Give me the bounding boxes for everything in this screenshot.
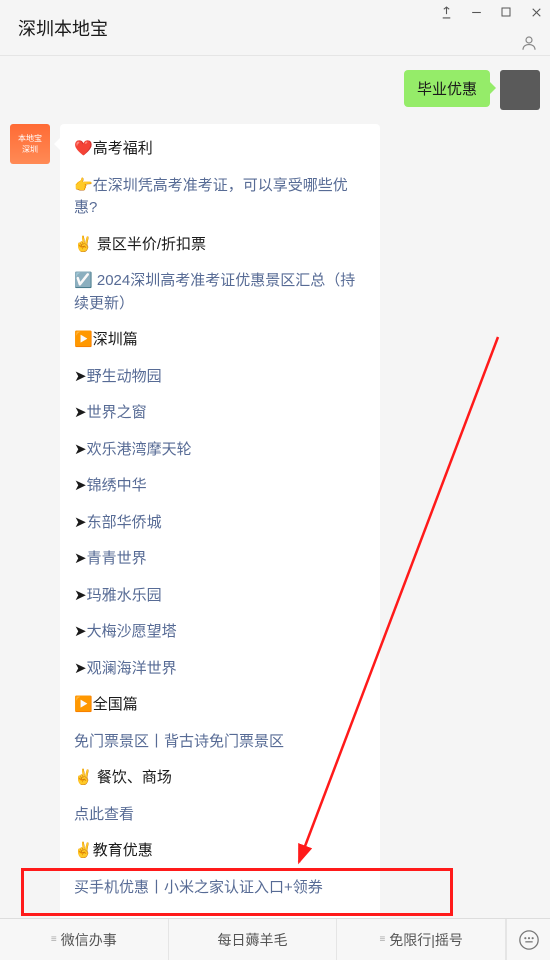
row-icon: ➤ [74,514,87,531]
row-text: 玛雅水乐园 [87,587,162,604]
row-icon: ✌️ [74,236,93,253]
chat-area: 毕业优惠 本地宝深圳 ❤️高考福利 👉在深圳凭高考准考证，可以享受哪些优惠? ✌️ … [0,56,550,918]
row-text: 景区半价/折扣票 [93,236,206,253]
row-text: 大梅沙愿望塔 [87,623,177,640]
article-row[interactable]: ➤大梅沙愿望塔 [74,621,366,644]
row-icon: ➤ [74,477,87,494]
tab-label: 免限行|摇号 [389,930,463,950]
row-text: 野生动物园 [87,368,162,385]
row-text: 餐饮、商场 [93,769,172,786]
row-text: 全国篇 [93,696,138,713]
minimize-icon[interactable] [468,4,484,20]
pin-icon[interactable] [438,4,454,20]
row-text: 世界之窗 [87,404,147,421]
row-icon: ▶️ [74,696,93,713]
outgoing-message: 毕业优惠 [10,70,540,110]
sender-avatar[interactable]: 本地宝深圳 [10,124,50,164]
article-row[interactable]: 点此查看 [74,804,366,827]
window-title: 深圳本地宝 [18,15,108,41]
maximize-icon[interactable] [498,4,514,20]
row-text: 教育优惠 [93,842,153,859]
article-row[interactable]: 免门票景区丨背古诗免门票景区 [74,731,366,754]
row-text: 2024深圳高考准考证优惠景区汇总（持续更新） [74,272,355,312]
outgoing-bubble[interactable]: 毕业优惠 [404,70,490,107]
menu-icon: ≡ [51,934,57,945]
titlebar: 深圳本地宝 [0,0,550,56]
row-icon: ❤️ [74,140,93,157]
row-text: 点此查看 [74,806,134,823]
row-icon: ➤ [74,368,87,385]
tab-daily-deals[interactable]: 每日薅羊毛 [169,919,338,960]
article-row[interactable]: ➤青青世界 [74,548,366,571]
row-icon: ➤ [74,660,87,677]
bottom-menu: ≡ 微信办事 每日薅羊毛 ≡ 免限行|摇号 [0,918,550,960]
row-icon: ☑️ [74,272,93,289]
tab-label: 每日薅羊毛 [218,930,288,950]
article-row[interactable]: ➤世界之窗 [74,402,366,425]
row-icon: ➤ [74,587,87,604]
incoming-message: 本地宝深圳 ❤️高考福利 👉在深圳凭高考准考证，可以享受哪些优惠? ✌️ 景区半价/… [10,124,540,918]
article-row[interactable]: ☑️ 2024深圳高考准考证优惠景区汇总（持续更新） [74,270,366,315]
article-row: ✌️ 餐饮、商场 [74,767,366,790]
avatar[interactable] [500,70,540,110]
article-row: ▶️深圳篇 [74,329,366,352]
article-row[interactable]: ➤锦绣中华 [74,475,366,498]
article-card[interactable]: ❤️高考福利 👉在深圳凭高考准考证，可以享受哪些优惠? ✌️ 景区半价/折扣票 ☑️ … [60,124,380,918]
article-row[interactable]: ➤欢乐港湾摩天轮 [74,439,366,462]
row-icon: ➤ [74,404,87,421]
article-row: ❤️高考福利 [74,138,366,161]
row-icon: ✌️ [74,769,93,786]
row-text: 观澜海洋世界 [87,660,177,677]
article-row[interactable]: 买手机优惠丨小米之家认证入口+领券 [74,877,366,900]
row-icon: ➤ [74,441,87,458]
article-row[interactable]: ➤玛雅水乐园 [74,585,366,608]
row-text: 青青世界 [87,550,147,567]
row-text: 东部华侨城 [87,514,162,531]
article-row[interactable]: ➤野生动物园 [74,366,366,389]
row-text: 锦绣中华 [87,477,147,494]
row-icon: ➤ [74,550,87,567]
row-text: 在深圳凭高考准考证，可以享受哪些优惠? [74,177,348,217]
user-icon[interactable] [520,34,538,57]
tab-traffic[interactable]: ≡ 免限行|摇号 [337,919,506,960]
close-icon[interactable] [528,4,544,20]
tab-label: 微信办事 [61,930,117,950]
article-row: ✌️ 景区半价/折扣票 [74,234,366,257]
article-row: ▶️全国篇 [74,694,366,717]
row-text: 深圳篇 [93,331,138,348]
article-row[interactable]: ➤东部华侨城 [74,512,366,535]
row-icon: ✌️ [74,842,93,859]
row-text: 欢乐港湾摩天轮 [87,441,192,458]
row-text: 买手机优惠丨小米之家认证入口+领券 [74,879,323,896]
outgoing-text: 毕业优惠 [417,81,477,98]
tab-wechat-services[interactable]: ≡ 微信办事 [0,919,169,960]
article-row[interactable]: ➤观澜海洋世界 [74,658,366,681]
keyboard-toggle-icon[interactable] [506,919,550,960]
menu-icon: ≡ [379,934,385,945]
row-icon: 👉 [74,177,93,194]
window-controls [438,4,544,20]
article-row[interactable]: 👉在深圳凭高考准考证，可以享受哪些优惠? [74,175,366,220]
row-text: 免门票景区丨背古诗免门票景区 [74,733,284,750]
row-icon: ➤ [74,623,87,640]
row-icon: ▶️ [74,331,93,348]
row-text: 高考福利 [93,140,153,157]
article-row: ✌️教育优惠 [74,840,366,863]
